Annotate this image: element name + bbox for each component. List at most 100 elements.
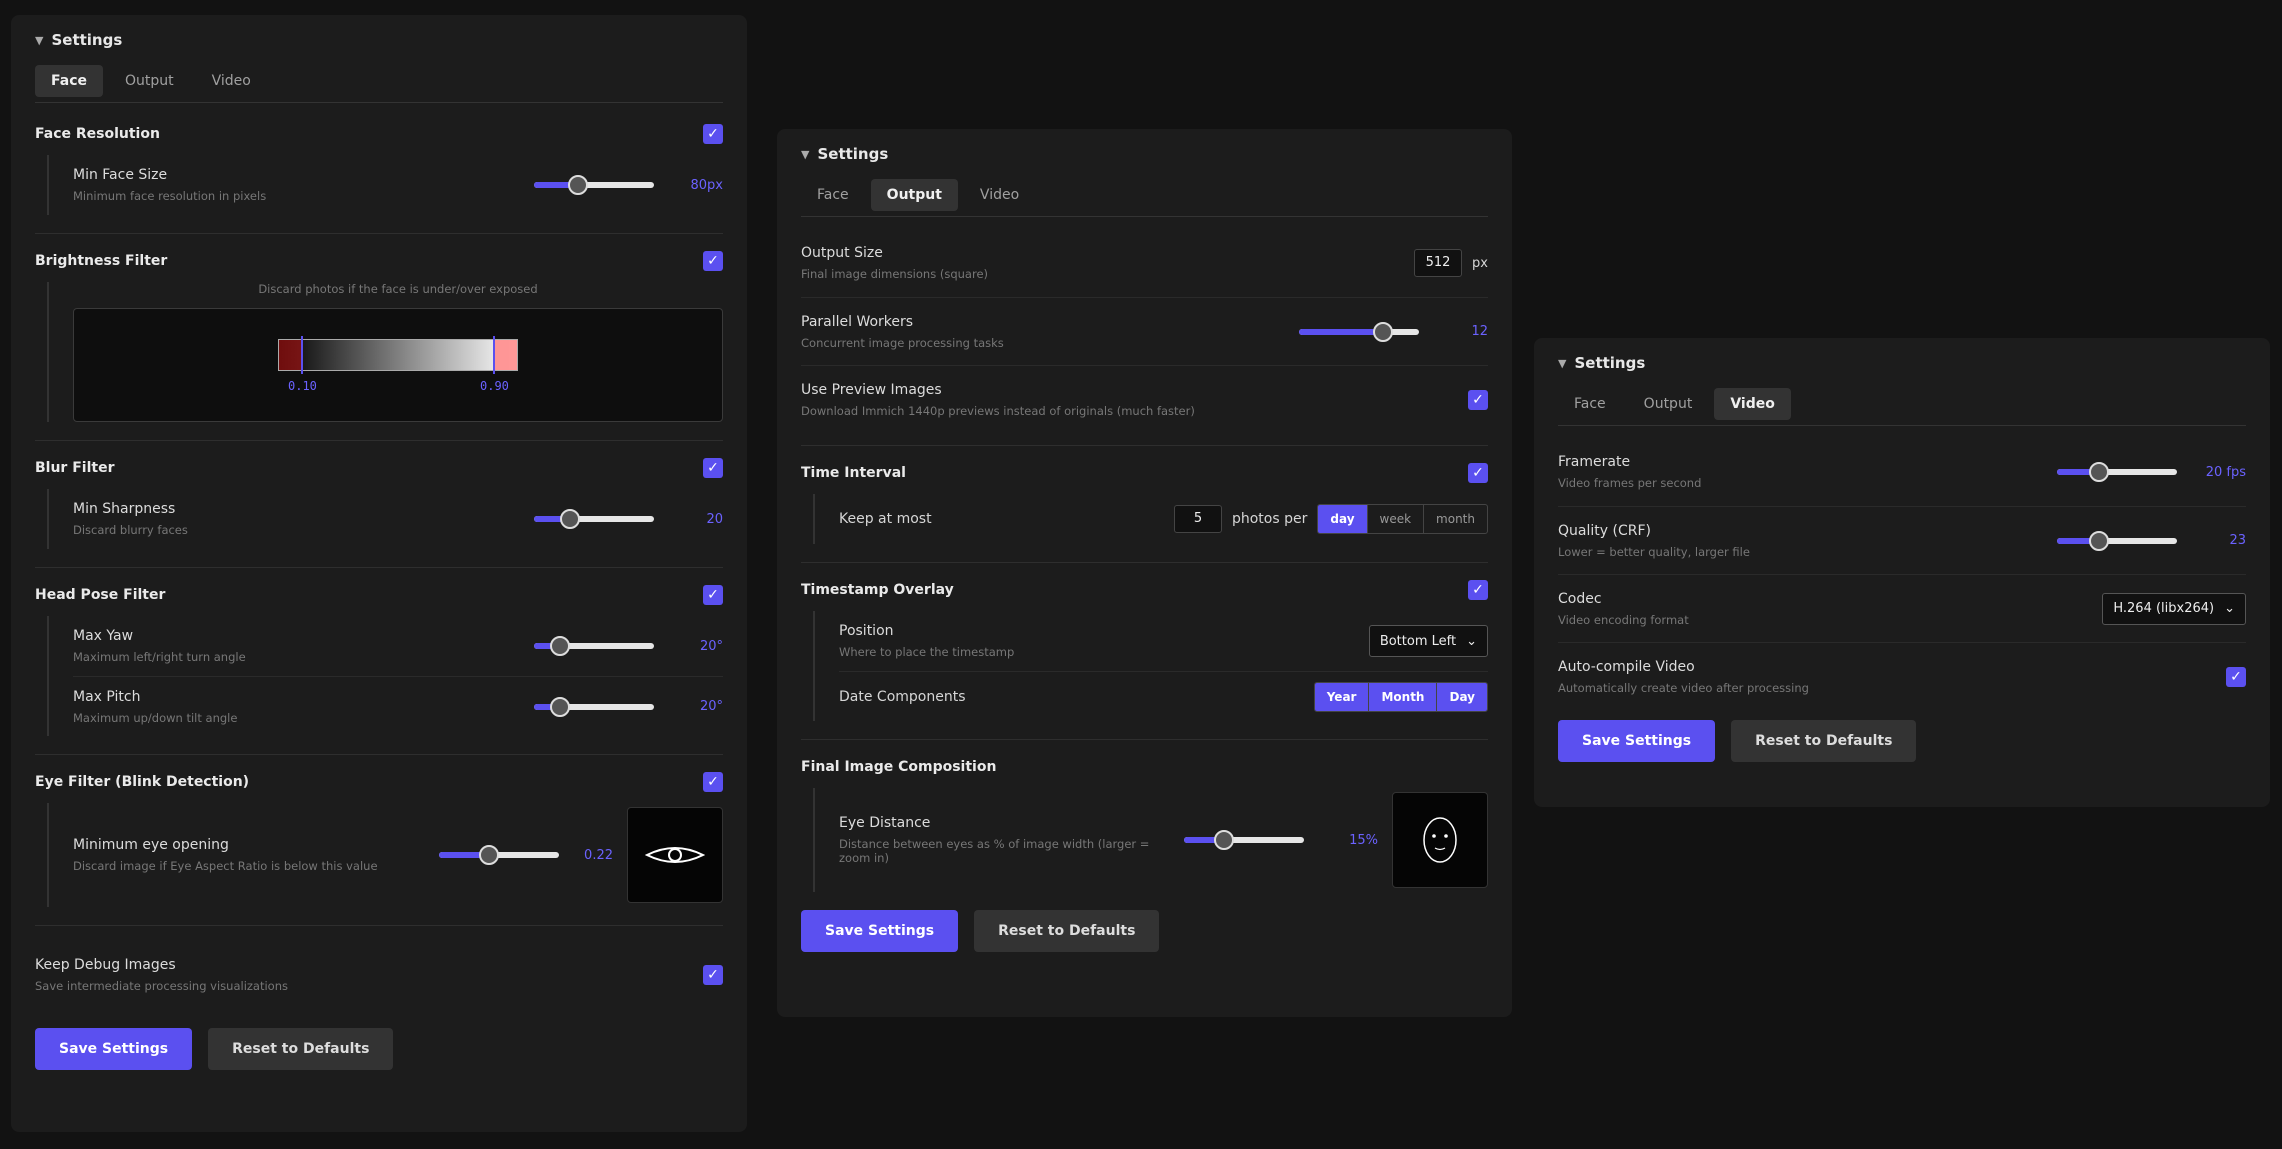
keep-count-input[interactable]: 5 xyxy=(1173,505,1222,533)
tab-video[interactable]: Video xyxy=(1714,388,1791,420)
section-title: Eye Filter (Blink Detection) xyxy=(35,774,250,790)
quality-slider[interactable] xyxy=(2057,530,2177,551)
output-settings-panel: ▼ Settings Face Output Video Output Size F… xyxy=(777,129,1512,1017)
high-handle[interactable] xyxy=(493,336,495,374)
time-interval-checkbox[interactable]: ✓ xyxy=(1468,463,1488,483)
brightness-checkbox[interactable]: ✓ xyxy=(703,251,723,271)
max-pitch-label: Max Pitch xyxy=(73,688,141,705)
save-button[interactable]: Save Settings xyxy=(801,910,959,952)
auto-compile-label: Auto-compile Video xyxy=(1558,658,1695,675)
tab-video[interactable]: Video xyxy=(196,65,267,97)
date-components-label: Date Components xyxy=(839,688,966,705)
codec-value: H.264 (libx264) xyxy=(2113,601,2215,616)
brightness-gradient-bar[interactable] xyxy=(278,336,518,374)
eye-distance-value: 15% xyxy=(1349,832,1378,848)
eye-opening-slider[interactable] xyxy=(439,845,559,865)
panel-header[interactable]: ▼ Settings xyxy=(35,15,723,65)
date-month[interactable]: Month xyxy=(1369,682,1438,711)
tab-output[interactable]: Output xyxy=(109,65,190,97)
position-desc: Where to place the timestamp xyxy=(839,645,1015,659)
eye-filter-section: Eye Filter (Blink Detection) ✓ Minimum ey… xyxy=(35,755,723,926)
tab-video[interactable]: Video xyxy=(964,179,1035,211)
slider-knob[interactable] xyxy=(568,175,589,195)
min-face-size-desc: Minimum face resolution in pixels xyxy=(73,189,267,203)
panel-header[interactable]: ▼ Settings xyxy=(801,129,1488,179)
parallel-workers-slider[interactable] xyxy=(1299,321,1419,342)
date-day[interactable]: Day xyxy=(1437,682,1487,711)
min-sharpness-value: 20 xyxy=(706,511,723,527)
keep-debug-checkbox[interactable]: ✓ xyxy=(703,965,723,985)
panel-header[interactable]: ▼ Settings xyxy=(1558,338,2246,388)
max-yaw-slider[interactable] xyxy=(534,636,654,656)
collapse-triangle-icon[interactable]: ▼ xyxy=(801,148,809,161)
brightness-section: Brightness Filter ✓ Discard photos if the… xyxy=(35,234,723,441)
section-title: Timestamp Overlay xyxy=(801,582,954,598)
slider-knob[interactable] xyxy=(2089,530,2109,551)
quality-label: Quality (CRF) xyxy=(1558,522,1651,539)
tab-output[interactable]: Output xyxy=(1628,388,1709,420)
head-pose-section: Head Pose Filter ✓ Max Yaw Maximum left/ri… xyxy=(35,568,723,755)
date-components-selector: Year Month Day xyxy=(1313,681,1488,712)
face-resolution-checkbox[interactable]: ✓ xyxy=(703,124,723,144)
section-title: Final Image Composition xyxy=(801,759,997,775)
reset-button[interactable]: Reset to Defaults xyxy=(974,910,1160,952)
slider-knob[interactable] xyxy=(550,696,571,717)
head-pose-checkbox[interactable]: ✓ xyxy=(703,585,723,605)
tab-face[interactable]: Face xyxy=(801,179,865,211)
framerate-desc: Video frames per second xyxy=(1558,476,1702,490)
face-settings-panel: ▼ Settings Face Output Video Face Resolut… xyxy=(11,15,747,1132)
use-preview-checkbox[interactable]: ✓ xyxy=(1468,389,1488,410)
auto-compile-checkbox[interactable]: ✓ xyxy=(2226,666,2246,687)
brightness-desc: Discard photos if the face is under/over… xyxy=(258,282,538,296)
eye-opening-value: 0.22 xyxy=(584,847,613,863)
slider-knob[interactable] xyxy=(550,636,571,656)
min-sharpness-slider[interactable] xyxy=(534,509,654,529)
slider-knob[interactable] xyxy=(1213,830,1234,850)
video-settings-list: Framerate Video frames per second 20 fps … xyxy=(1558,430,2246,710)
reset-button[interactable]: Reset to Defaults xyxy=(1731,720,1917,762)
slider-knob[interactable] xyxy=(2089,462,2109,482)
eye-distance-desc: Distance between eyes as % of image widt… xyxy=(839,837,1150,865)
min-sharpness-label: Min Sharpness xyxy=(73,501,176,517)
output-size-input[interactable]: 512 xyxy=(1414,249,1463,277)
tab-output[interactable]: Output xyxy=(870,179,958,211)
collapse-triangle-icon[interactable]: ▼ xyxy=(1558,357,1566,370)
slider-knob[interactable] xyxy=(560,509,580,529)
parallel-workers-label: Parallel Workers xyxy=(801,313,914,330)
panel-title: Settings xyxy=(51,31,123,49)
eye-distance-slider[interactable] xyxy=(1184,830,1304,850)
eye-preview xyxy=(627,807,723,903)
position-value: Bottom Left xyxy=(1379,633,1457,649)
date-year[interactable]: Year xyxy=(1314,682,1370,711)
interval-month[interactable]: month xyxy=(1424,505,1487,533)
slider-knob[interactable] xyxy=(1373,321,1393,342)
framerate-slider[interactable] xyxy=(2057,462,2177,482)
chevron-down-icon: ⌄ xyxy=(1466,633,1477,649)
max-yaw-desc: Maximum left/right turn angle xyxy=(73,650,246,664)
timestamp-checkbox[interactable]: ✓ xyxy=(1468,580,1488,600)
eye-filter-checkbox[interactable]: ✓ xyxy=(703,772,723,792)
position-select[interactable]: Bottom Left ⌄ xyxy=(1368,625,1488,657)
section-title: Brightness Filter xyxy=(35,253,168,269)
blur-checkbox[interactable]: ✓ xyxy=(703,458,723,478)
interval-day[interactable]: day xyxy=(1318,505,1368,533)
auto-compile-desc: Automatically create video after process… xyxy=(1558,680,1809,695)
min-face-size-value: 80px xyxy=(690,177,724,193)
max-pitch-slider[interactable] xyxy=(534,696,654,717)
keep-at-most-label: Keep at most xyxy=(839,511,932,527)
save-button[interactable]: Save Settings xyxy=(35,1028,193,1070)
collapse-triangle-icon[interactable]: ▼ xyxy=(35,34,43,47)
debug-section: Keep Debug Images Save intermediate proce… xyxy=(35,926,723,1018)
use-preview-desc: Download Immich 1440p previews instead o… xyxy=(801,403,1195,418)
slider-knob[interactable] xyxy=(479,845,500,865)
use-preview-label: Use Preview Images xyxy=(801,381,942,398)
tab-face[interactable]: Face xyxy=(35,65,103,97)
codec-select[interactable]: H.264 (libx264) ⌄ xyxy=(2102,592,2246,625)
save-button[interactable]: Save Settings xyxy=(1558,720,1716,762)
interval-week[interactable]: week xyxy=(1368,505,1425,533)
tab-face[interactable]: Face xyxy=(1558,388,1622,420)
reset-button[interactable]: Reset to Defaults xyxy=(208,1028,394,1070)
min-face-size-slider[interactable] xyxy=(534,175,654,195)
face-preview xyxy=(1392,792,1488,888)
low-handle[interactable] xyxy=(301,336,303,374)
